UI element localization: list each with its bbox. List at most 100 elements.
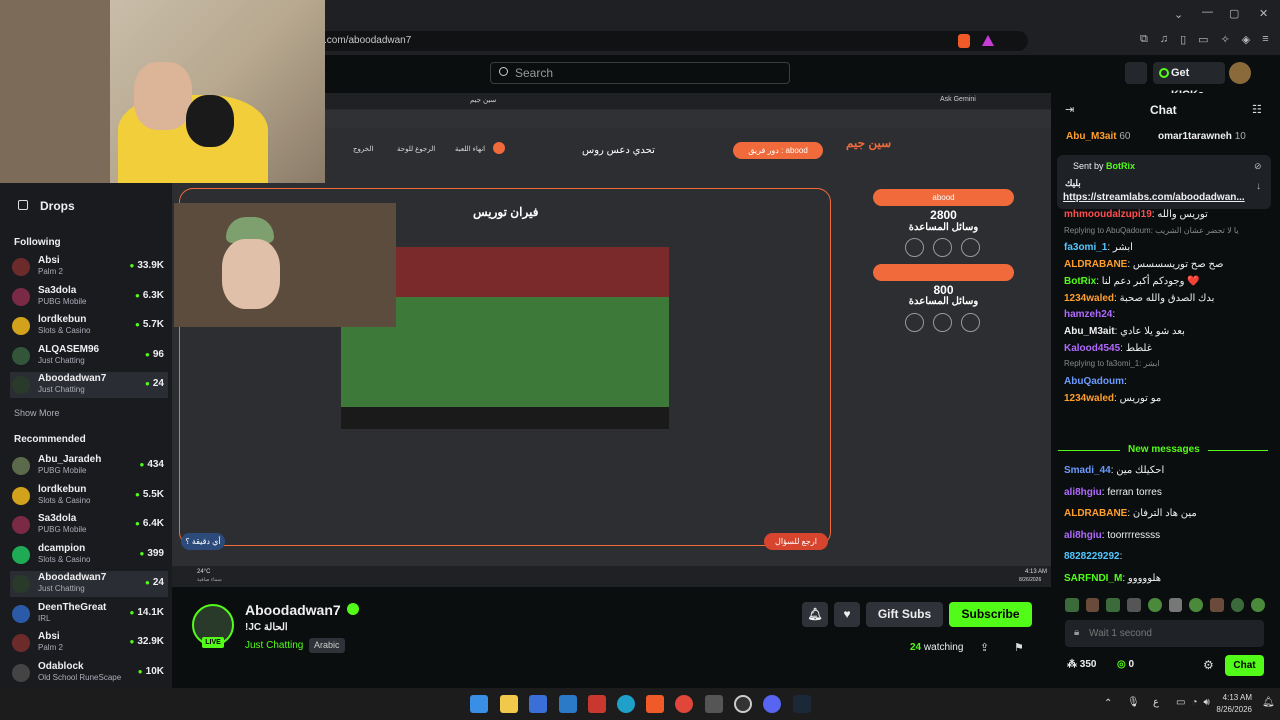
- emote-icon[interactable]: [1106, 598, 1121, 612]
- maximize-icon[interactable]: ▢: [1229, 7, 1239, 20]
- steam-icon[interactable]: [793, 695, 811, 713]
- chat-username[interactable]: Abu_M3ait: [1064, 326, 1115, 337]
- show-more-link[interactable]: Show More: [14, 408, 60, 418]
- tray-arrow-icon[interactable]: ⌃: [1104, 698, 1112, 709]
- category-link[interactable]: Just Chatting: [245, 640, 303, 651]
- notifications-icon[interactable]: 🔔︎: [1262, 697, 1275, 708]
- sidebar-channel[interactable]: AbsiPalm 2 32.9K: [10, 630, 168, 656]
- chat-settings-icon[interactable]: ⚙: [1203, 658, 1214, 672]
- unpin-icon[interactable]: ⊘: [1254, 161, 1262, 172]
- brave-shield-icon[interactable]: [958, 34, 970, 48]
- chat-username[interactable]: mhmooudalzupi19: [1064, 209, 1152, 220]
- drops-link[interactable]: Drops: [40, 199, 75, 213]
- emote-icon[interactable]: [1230, 598, 1245, 612]
- emote-icon[interactable]: [1065, 598, 1079, 612]
- taskbar-date[interactable]: 8/26/2026: [1208, 705, 1252, 714]
- leo-icon[interactable]: ✧: [1221, 33, 1230, 46]
- user-avatar[interactable]: [1229, 62, 1251, 84]
- sidebar-channel[interactable]: Aboodadwan7Just Chatting 24: [10, 571, 168, 597]
- sidebar-channel[interactable]: OdablockOld School RuneScape 10K: [10, 660, 168, 686]
- camera-icon[interactable]: [705, 695, 723, 713]
- notification-bell-icon[interactable]: 🔔︎: [802, 602, 828, 627]
- kicks-balance[interactable]: ◎ 0: [1117, 659, 1134, 670]
- emote-icon[interactable]: [1251, 598, 1266, 612]
- outlook-icon[interactable]: [559, 695, 577, 713]
- browse-icon[interactable]: [1125, 62, 1147, 84]
- music-icon[interactable]: ♫: [1160, 33, 1168, 46]
- minimize-icon[interactable]: —: [1202, 6, 1213, 18]
- gift-subs-button[interactable]: Gift Subs: [866, 602, 943, 627]
- chat-username[interactable]: ali8hgiu: [1064, 530, 1102, 541]
- emote-bar[interactable]: [1065, 598, 1266, 612]
- emote-icon[interactable]: [1189, 598, 1203, 612]
- video-writer-icon[interactable]: [588, 695, 606, 713]
- sidebar-channel[interactable]: Sa3dolaPUBG Mobile 6.4K: [10, 512, 168, 538]
- report-icon[interactable]: ⚑: [1014, 641, 1024, 654]
- close-icon[interactable]: ✕: [1259, 7, 1268, 20]
- chrome-icon[interactable]: [675, 695, 693, 713]
- wallet-icon[interactable]: ▭: [1198, 33, 1208, 46]
- obs-icon[interactable]: [734, 695, 752, 713]
- collapse-chat-icon[interactable]: ⇥: [1065, 103, 1074, 116]
- sidebar-channel[interactable]: AbsiPalm 2 33.9K: [10, 254, 168, 280]
- vpn-icon[interactable]: ◈: [1242, 33, 1250, 46]
- sidebar-channel[interactable]: Aboodadwan7Just Chatting 24: [10, 372, 168, 398]
- emote-icon[interactable]: [1127, 598, 1141, 612]
- brave-rewards-icon[interactable]: [982, 35, 994, 46]
- expand-pinned-icon[interactable]: ↓: [1256, 181, 1261, 192]
- puzzle-icon[interactable]: ⧉: [1140, 33, 1148, 46]
- brave-icon[interactable]: [646, 695, 664, 713]
- emote-icon[interactable]: [1147, 598, 1162, 612]
- chat-username[interactable]: Smadi_44: [1064, 465, 1111, 476]
- address-bar[interactable]: .com/aboodadwan7: [318, 31, 1028, 51]
- emote-icon[interactable]: [1085, 598, 1100, 612]
- emote-icon[interactable]: [1209, 598, 1224, 612]
- emote-icon[interactable]: [1168, 598, 1183, 612]
- sidebar-channel[interactable]: ALQASEM96Just Chatting 96: [10, 343, 168, 369]
- chat-username[interactable]: 1234waled: [1064, 293, 1114, 304]
- sidebar-channel[interactable]: DeenTheGreatIRL 14.1K: [10, 601, 168, 627]
- display-icon[interactable]: ▭: [1176, 697, 1185, 708]
- network-icon[interactable]: ◔: [1191, 697, 1197, 708]
- chat-input[interactable]: Wait 1 second: [1065, 620, 1264, 647]
- mic-icon[interactable]: 🎙︎: [1127, 697, 1140, 708]
- chat-username[interactable]: ali8hgiu: [1064, 487, 1102, 498]
- language-tag[interactable]: Arabic: [309, 638, 345, 653]
- sidebar-icon[interactable]: ▯: [1180, 33, 1186, 46]
- tab-search-icon[interactable]: ⌄: [1174, 8, 1183, 21]
- file-explorer-icon[interactable]: [500, 695, 518, 713]
- store-icon[interactable]: [529, 695, 547, 713]
- chat-username[interactable]: ALDRABANE: [1064, 508, 1127, 519]
- channel-name[interactable]: Aboodadwan7: [245, 602, 341, 618]
- share-icon[interactable]: ⇪: [980, 641, 989, 654]
- chat-username[interactable]: 1234waled: [1064, 393, 1114, 404]
- search-input[interactable]: Search: [490, 62, 790, 84]
- system-tray-icons[interactable]: ▭ ◔ 🔊︎: [1176, 697, 1210, 708]
- sidebar-channel[interactable]: dcampionSlots & Casino 399: [10, 542, 168, 568]
- chat-username[interactable]: AbuQadoum: [1064, 376, 1124, 387]
- chat-username[interactable]: ALDRABANE: [1064, 259, 1127, 270]
- chat-username[interactable]: 8828229292: [1064, 551, 1120, 562]
- taskbar-time[interactable]: 4:13 AM: [1216, 693, 1252, 702]
- sidebar-channel[interactable]: lordkebunSlots & Casino 5.7K: [10, 313, 168, 339]
- sidebar-channel[interactable]: Sa3dolaPUBG Mobile 6.3K: [10, 284, 168, 310]
- channel-points[interactable]: ⁂ 350: [1067, 659, 1096, 670]
- chat-send-button[interactable]: Chat: [1225, 655, 1264, 676]
- edge-icon[interactable]: [617, 695, 635, 713]
- start-icon[interactable]: [470, 695, 488, 713]
- chat-username[interactable]: hamzeh24: [1064, 309, 1112, 320]
- chat-username[interactable]: SARFNDI_M: [1064, 573, 1122, 584]
- extension-icons[interactable]: ⧉ ♫ ▯ ▭ ✧ ◈ ≡: [1140, 33, 1269, 46]
- chat-username[interactable]: fa3omi_1: [1064, 242, 1107, 253]
- subscribe-button[interactable]: Subscribe: [949, 602, 1032, 627]
- language-indicator[interactable]: ع: [1153, 697, 1159, 708]
- follow-heart-icon[interactable]: ♥: [834, 602, 860, 627]
- sidebar-channel[interactable]: Abu_JaradehPUBG Mobile 434: [10, 453, 168, 479]
- menu-icon[interactable]: ≡: [1262, 33, 1268, 46]
- discord-icon[interactable]: [763, 695, 781, 713]
- pinned-link[interactable]: https://streamlabs.com/aboodadwan...: [1063, 192, 1245, 203]
- chat-username[interactable]: Kalood4545: [1064, 343, 1120, 354]
- chat-users-icon[interactable]: ☷: [1252, 103, 1262, 116]
- chat-username[interactable]: BotRix: [1064, 276, 1096, 287]
- sidebar-channel[interactable]: lordkebunSlots & Casino 5.5K: [10, 483, 168, 509]
